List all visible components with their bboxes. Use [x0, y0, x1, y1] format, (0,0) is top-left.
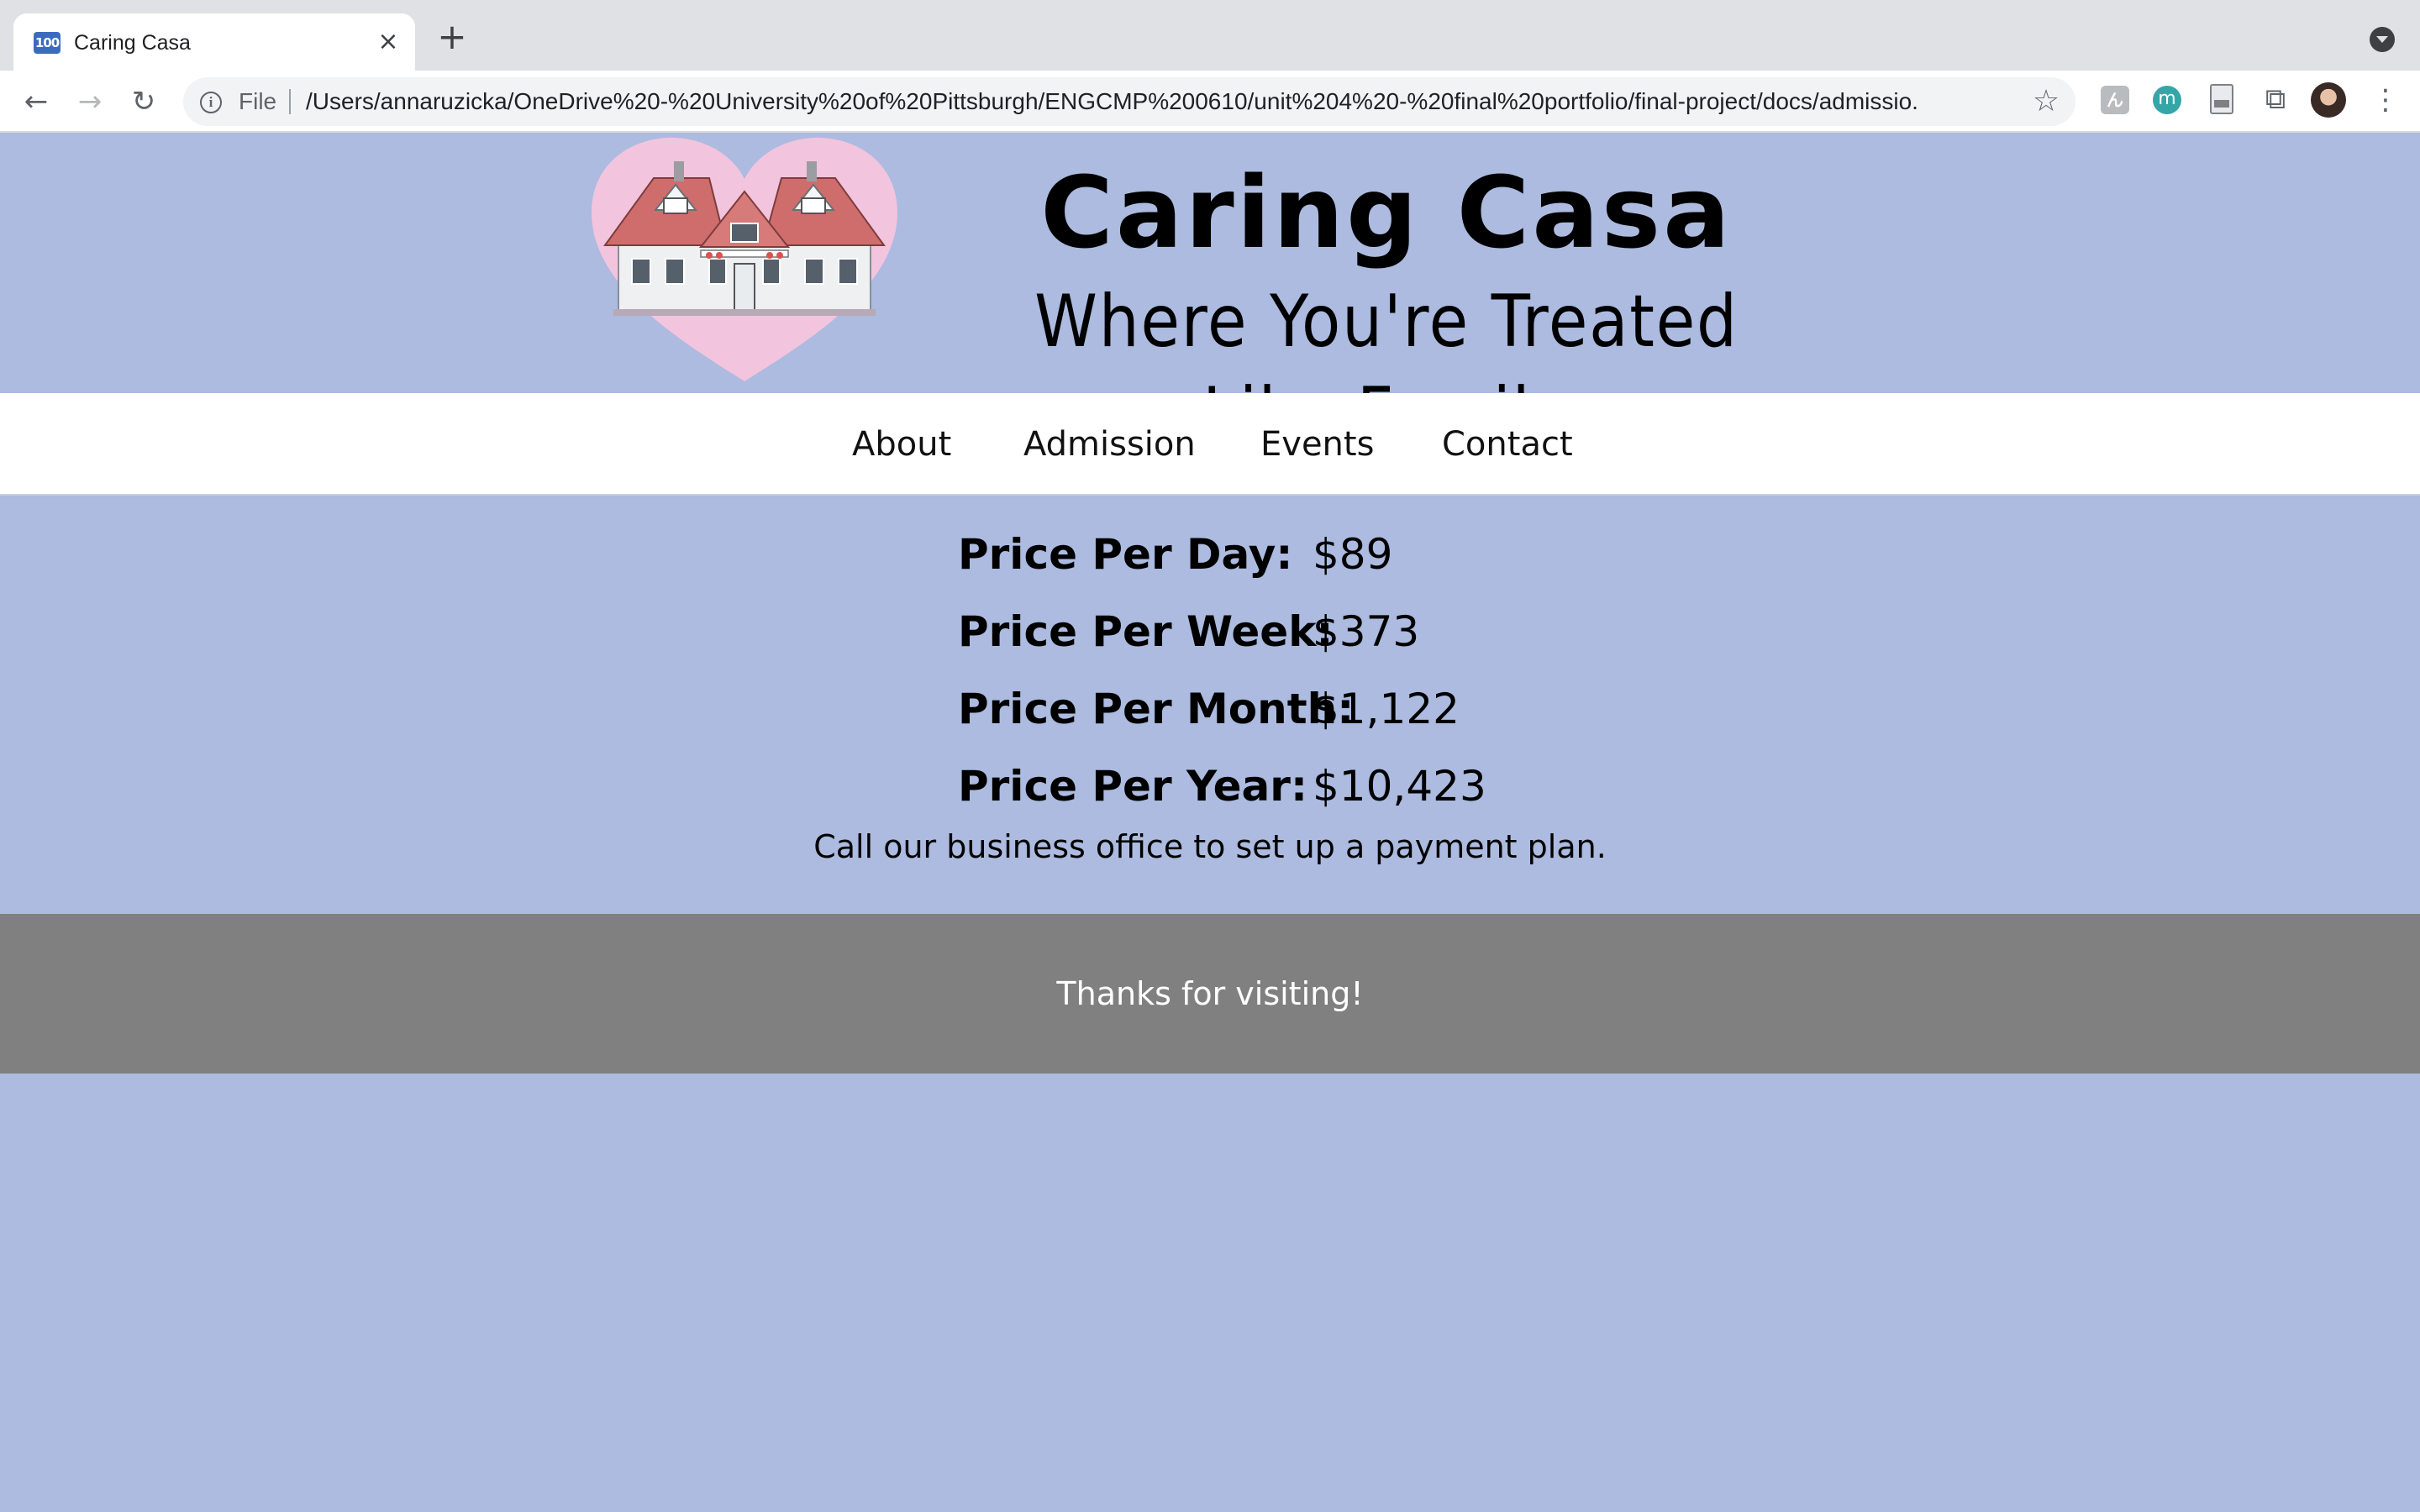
reload-icon[interactable]: ↻ [126, 84, 161, 119]
browser-toolbar: ← → ↻ i File /Users/annaruzicka/OneDrive… [0, 71, 2420, 133]
price-list: Price Per Day: $89 Price Per Week: $373 … [958, 521, 1597, 830]
price-value: $373 [1313, 607, 1420, 656]
price-row-day: Price Per Day: $89 [958, 521, 1597, 598]
nav-item-contact[interactable]: Contact [1442, 393, 1573, 496]
favicon-icon: 100 [34, 32, 60, 54]
info-icon[interactable]: i [200, 92, 222, 113]
browser-tab-active[interactable]: 100 Caring Casa × [13, 13, 415, 71]
nav-item-events[interactable]: Events [1260, 393, 1374, 496]
payment-plan-note: Call our business office to set up a pay… [813, 828, 1607, 865]
forward-arrow-icon[interactable]: → [72, 84, 108, 119]
price-label: Price Per Week: [958, 607, 1334, 656]
extension-3-icon[interactable] [2210, 84, 2233, 114]
site-header: Caring Casa Where You're Treated Like Fa… [0, 133, 2420, 456]
nav-item-admission[interactable]: Admission [1023, 393, 1196, 496]
price-label: Price Per Day: [958, 530, 1293, 579]
price-row-year: Price Per Year: $10,423 [958, 753, 1597, 830]
tab-strip: 100 Caring Casa × + [0, 0, 2420, 71]
avatar[interactable] [2311, 82, 2346, 118]
kebab-menu-icon[interactable]: ⋮ [2371, 82, 2400, 118]
star-icon[interactable]: ☆ [2027, 82, 2065, 121]
tab-title: Caring Casa [74, 31, 191, 55]
nav-item-about[interactable]: About [852, 393, 951, 496]
price-label: Price Per Year: [958, 762, 1307, 811]
tab-search-icon[interactable] [2370, 27, 2395, 52]
address-bar[interactable]: i File /Users/annaruzicka/OneDrive%20-%2… [183, 77, 2075, 126]
web-page: Caring Casa Where You're Treated Like Fa… [0, 133, 2420, 1512]
price-value: $10,423 [1313, 762, 1486, 811]
address-scheme-label: File [239, 88, 277, 114]
main-nav: About Admission Events Contact [0, 393, 2420, 496]
address-url[interactable]: /Users/annaruzicka/OneDrive%20-%20Univer… [306, 77, 1919, 126]
price-row-month: Price Per Month: $1,122 [958, 675, 1597, 753]
address-separator [289, 89, 291, 114]
close-icon[interactable]: × [373, 27, 403, 57]
price-row-week: Price Per Week: $373 [958, 598, 1597, 675]
browser-chrome: 100 Caring Casa × + ← → ↻ i File /Users/… [0, 0, 2420, 133]
extension-1-icon[interactable]: ん [2101, 86, 2129, 114]
house-heart-logo [592, 137, 897, 381]
back-arrow-icon[interactable]: ← [18, 84, 54, 119]
site-title: Caring Casa [1040, 155, 1733, 270]
footer-text: Thanks for visiting! [1056, 975, 1364, 1012]
extension-2-icon[interactable]: m [2153, 86, 2181, 114]
price-value: $89 [1313, 530, 1393, 579]
price-label: Price Per Month: [958, 685, 1355, 733]
site-tagline: Where You're Treated Like Family [1034, 280, 1739, 456]
puzzle-icon[interactable]: ⧉ [2259, 82, 2292, 116]
new-tab-button[interactable]: + [435, 19, 469, 55]
price-value: $1,122 [1313, 685, 1460, 733]
site-footer: Thanks for visiting! [0, 914, 2420, 1074]
